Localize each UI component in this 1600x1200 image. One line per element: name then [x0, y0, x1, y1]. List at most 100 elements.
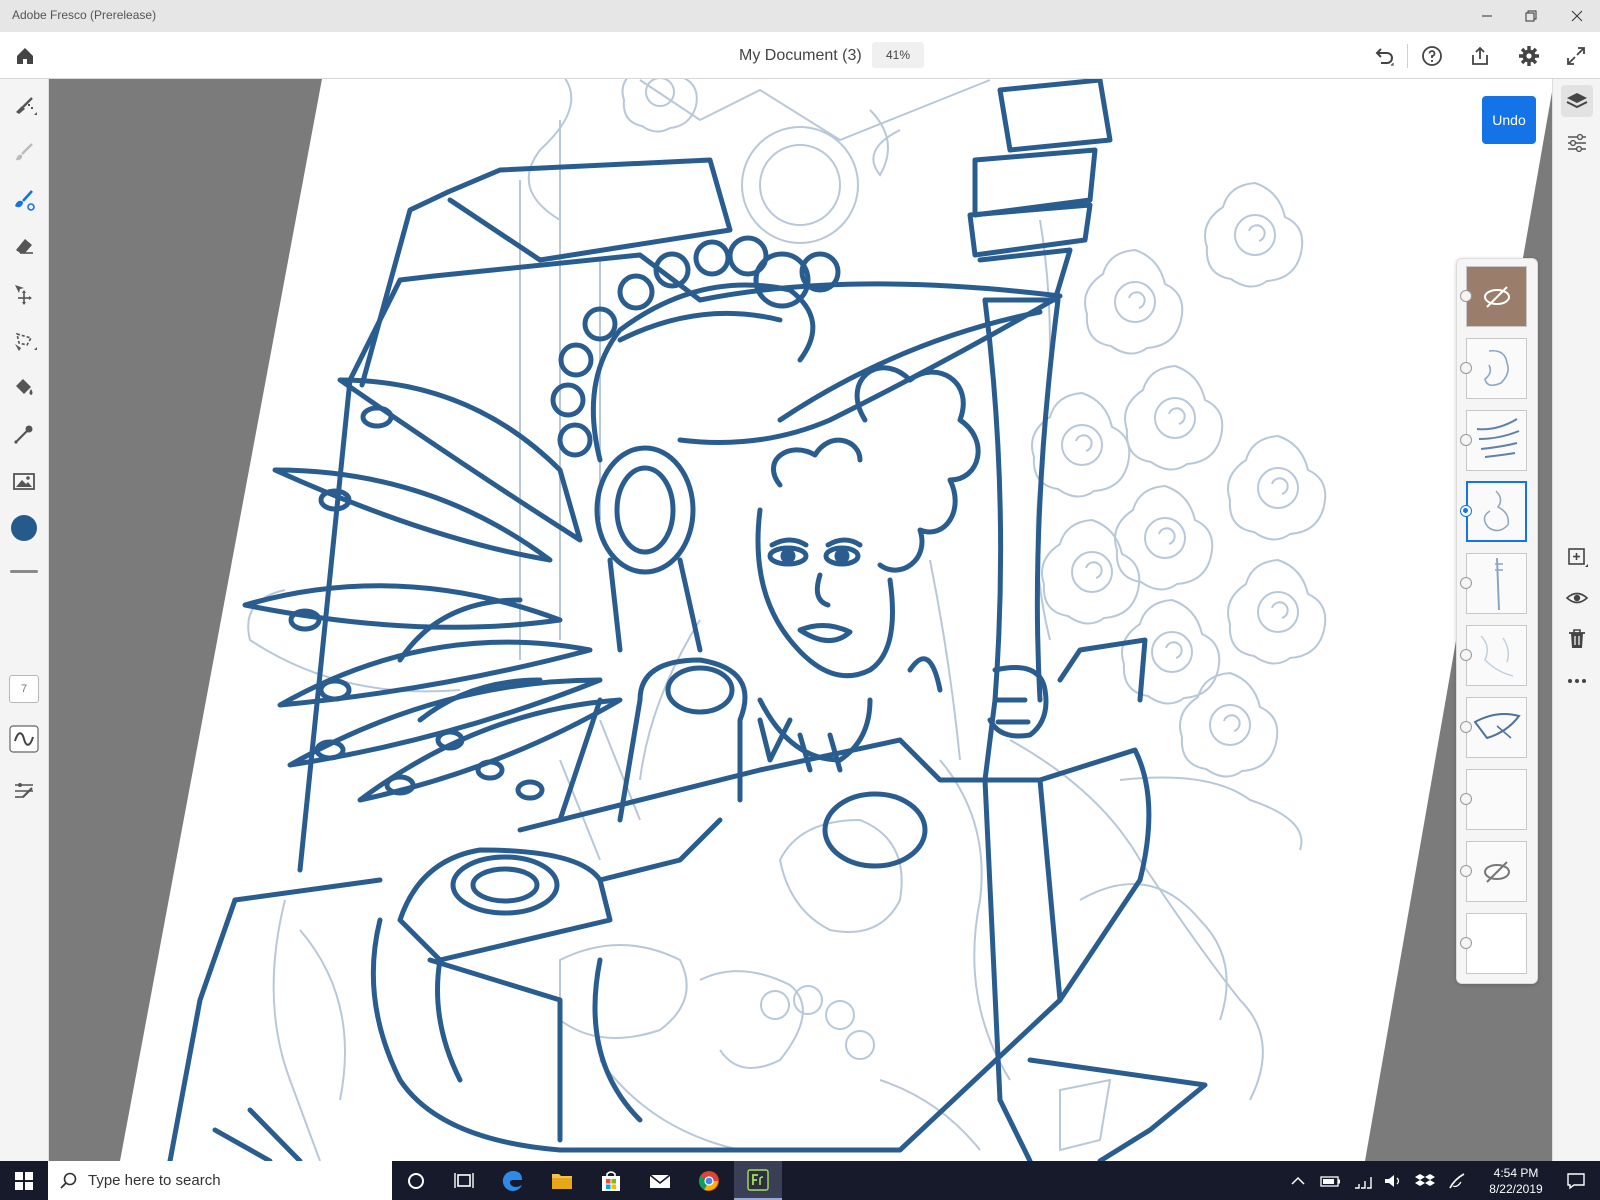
task-view-button[interactable]: [440, 1161, 488, 1200]
mail-app-button[interactable]: [636, 1161, 684, 1200]
add-layer-icon: [1568, 548, 1588, 567]
speaker-icon: [1385, 1174, 1400, 1187]
drawing-canvas[interactable]: [49, 79, 1552, 1161]
mail-icon: [649, 1173, 671, 1188]
eraser-icon: [16, 239, 33, 254]
trash-icon: [1569, 629, 1585, 648]
network-button[interactable]: [1350, 1161, 1376, 1200]
layer-6-indicator: [1460, 649, 1472, 661]
vector-brush-tool[interactable]: [8, 183, 40, 215]
layer-7-indicator: [1460, 721, 1472, 733]
fresco-app-icon: [747, 1168, 769, 1191]
window-titlebar: Adobe Fresco (Prerelease): [0, 0, 1600, 32]
wifi-icon: [1355, 1176, 1372, 1189]
share-button[interactable]: [1465, 41, 1495, 71]
edge-app-button[interactable]: [489, 1161, 537, 1200]
delete-layer-button[interactable]: [1561, 623, 1593, 655]
image-icon: [13, 473, 35, 490]
layer-preview-5: [1495, 557, 1503, 611]
minimize-icon: [1482, 15, 1492, 17]
start-button[interactable]: [0, 1161, 48, 1200]
canvas-area[interactable]: [49, 79, 1552, 1161]
eyedropper-icon: [14, 425, 33, 444]
pixel-brush-icon: [16, 97, 37, 115]
layer-thumbnail-9[interactable]: [1466, 841, 1527, 902]
layer-1-type-indicator: [1460, 290, 1472, 302]
undo-arrow-icon: [1375, 48, 1394, 66]
layer-properties-button[interactable]: [1561, 127, 1593, 159]
layer-thumbnail-4-active[interactable]: [1466, 481, 1527, 542]
minimize-button[interactable]: [1464, 0, 1510, 32]
eraser-tool[interactable]: [8, 230, 40, 262]
gear-icon: [1519, 46, 1539, 66]
chrome-icon: [698, 1170, 719, 1191]
layer-thumbnail-5[interactable]: [1466, 553, 1527, 614]
close-window-button[interactable]: [1554, 0, 1600, 32]
windows-taskbar: Type here to search 4:54 PM 8/22/2019: [0, 1161, 1600, 1200]
move-icon: [15, 285, 32, 305]
layer-thumbnail-10[interactable]: [1466, 913, 1527, 974]
volume-button[interactable]: [1380, 1161, 1406, 1200]
windows-logo-icon: [15, 1171, 33, 1190]
edge-browser-icon: [502, 1170, 522, 1191]
document-title[interactable]: My Document (3): [739, 47, 862, 65]
task-view-icon: [454, 1172, 474, 1188]
layer-thumbnail-8[interactable]: [1466, 769, 1527, 830]
brush-size-field[interactable]: 7: [9, 675, 39, 703]
help-button[interactable]: [1417, 41, 1447, 71]
smoothing-button[interactable]: [8, 723, 40, 755]
file-explorer-button[interactable]: [538, 1161, 586, 1200]
live-brush-tool[interactable]: [8, 136, 40, 168]
show-hidden-icons-button[interactable]: [1286, 1161, 1310, 1200]
battery-button[interactable]: [1318, 1161, 1344, 1200]
layer-thumbnail-6[interactable]: [1466, 625, 1527, 686]
layer-preview-4: [1483, 490, 1510, 532]
chrome-app-button[interactable]: [685, 1161, 733, 1200]
home-icon: [17, 48, 33, 64]
add-layer-button[interactable]: [1561, 541, 1593, 573]
store-app-button[interactable]: [587, 1161, 635, 1200]
layer-10-type-indicator: [1460, 937, 1472, 949]
search-placeholder: Type here to search: [88, 1172, 221, 1189]
taskbar-clock[interactable]: 4:54 PM 8/22/2019: [1478, 1165, 1554, 1197]
layer-thumbnail-1[interactable]: [1466, 266, 1527, 327]
pixel-brush-tool[interactable]: [8, 89, 40, 121]
move-transform-tool[interactable]: [8, 277, 40, 309]
color-picker-button[interactable]: [8, 512, 40, 544]
cortana-button[interactable]: [392, 1161, 440, 1200]
clock-date: 8/22/2019: [1489, 1182, 1543, 1196]
undo-button[interactable]: Undo: [1482, 96, 1536, 144]
lasso-tool[interactable]: [8, 324, 40, 356]
fullscreen-button[interactable]: [1561, 41, 1591, 71]
smoothing-icon: [9, 725, 39, 753]
action-center-button[interactable]: [1558, 1161, 1594, 1200]
right-panel-bar: [1552, 79, 1600, 1161]
tools-panel: 7: [0, 79, 49, 1161]
restore-button[interactable]: [1508, 0, 1554, 32]
notification-icon: [1567, 1172, 1585, 1189]
chevron-up-icon: [1291, 1176, 1305, 1185]
fill-tool[interactable]: [8, 371, 40, 403]
eyedropper-tool[interactable]: [8, 418, 40, 450]
dropbox-button[interactable]: [1412, 1161, 1438, 1200]
undo-history-button[interactable]: [1369, 41, 1399, 71]
hidden-eye-icon: [1484, 286, 1510, 308]
settings-button[interactable]: [1514, 41, 1544, 71]
layer-preview-3: [1476, 418, 1520, 458]
brush-settings-button[interactable]: [8, 774, 40, 806]
layer-thumbnail-7[interactable]: [1466, 697, 1527, 758]
more-options-button[interactable]: [1561, 665, 1593, 697]
layer-thumbnail-2[interactable]: [1466, 338, 1527, 399]
toggle-visibility-button[interactable]: [1561, 582, 1593, 614]
restore-icon: [1525, 10, 1537, 22]
home-button[interactable]: [10, 41, 40, 71]
layers-toggle-button[interactable]: [1561, 85, 1593, 117]
share-icon: [1472, 46, 1488, 65]
layer-4-indicator: [1460, 505, 1472, 517]
zoom-level[interactable]: 41%: [872, 42, 924, 68]
pen-workspace-button[interactable]: [1444, 1161, 1470, 1200]
place-image-tool[interactable]: [8, 465, 40, 497]
fresco-app-button[interactable]: [734, 1161, 782, 1200]
taskbar-search-box[interactable]: Type here to search: [48, 1161, 392, 1200]
layer-thumbnail-3[interactable]: [1466, 410, 1527, 471]
